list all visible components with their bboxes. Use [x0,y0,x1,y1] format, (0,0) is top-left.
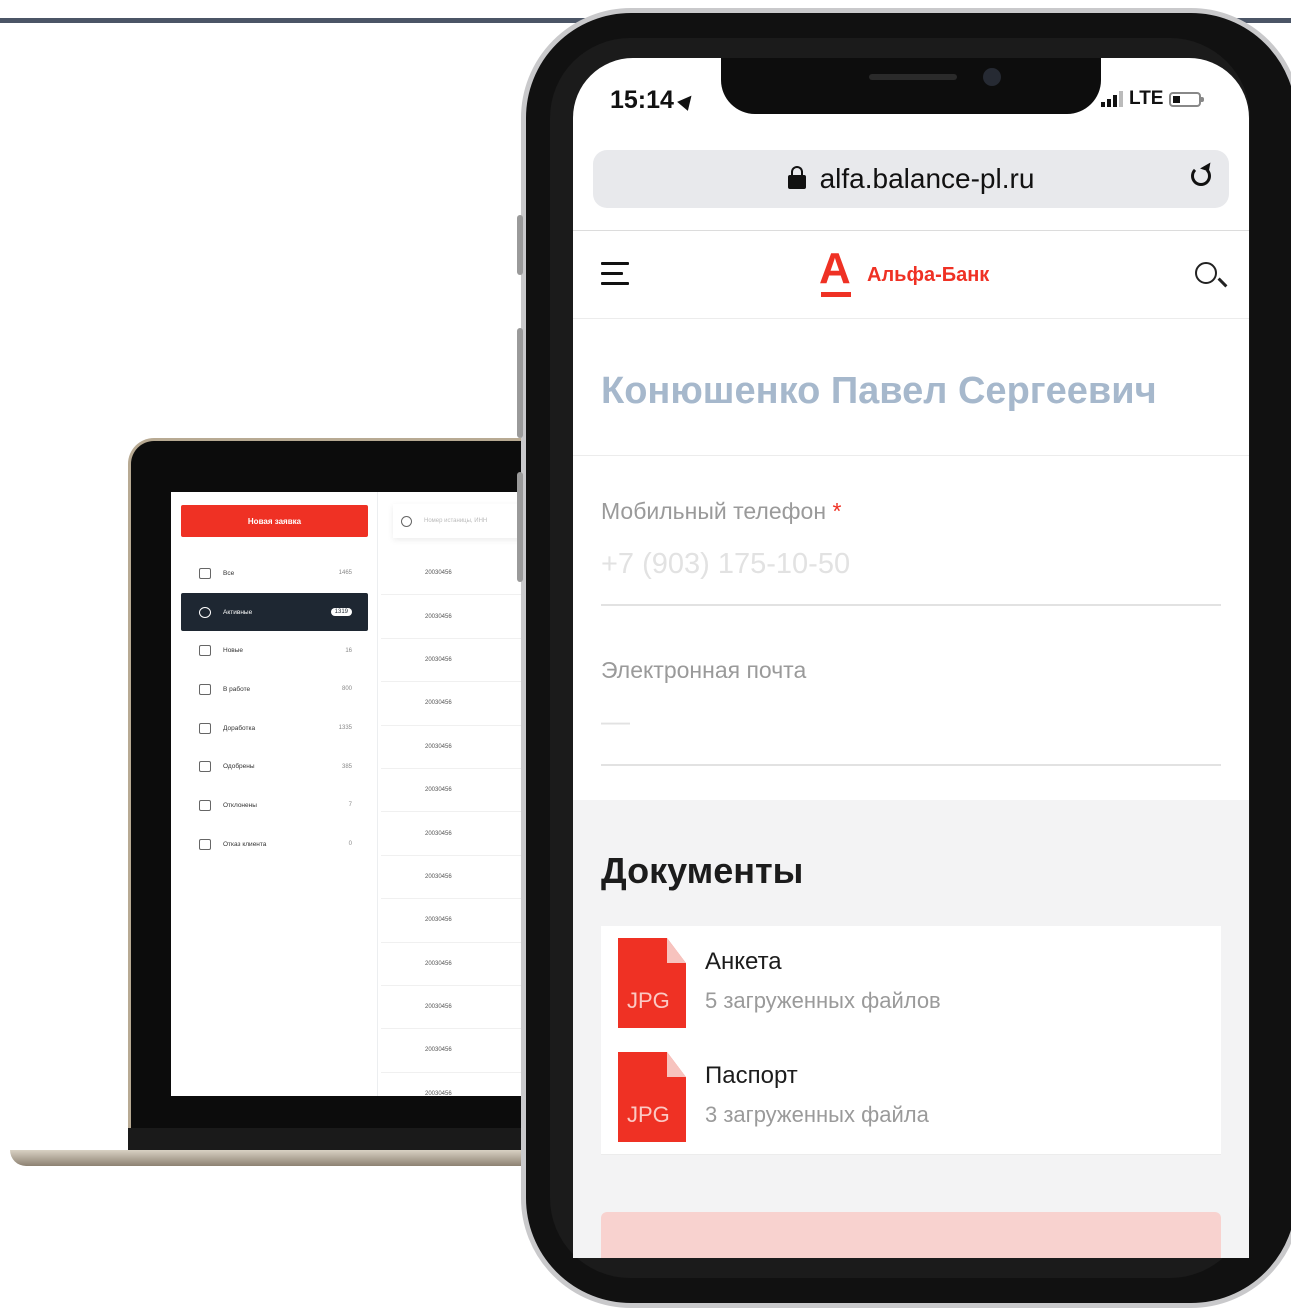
refresh-icon [199,606,211,618]
file-fold [667,1052,686,1077]
nav-item-label: Отклонены [223,801,257,809]
browser-divider [573,230,1249,231]
laptop-hinge [128,1128,568,1152]
nav-item-count: 1335 [338,725,352,732]
email-field[interactable]: — [601,706,630,739]
document-card-passport[interactable]: JPG Паспорт 3 загруженных файла [601,1040,1221,1155]
nav-item-revision[interactable]: Доработка 1335 [181,709,368,748]
nav-item-label: Активные [223,608,253,616]
nav-item-label: Новые [223,647,244,655]
phone-field[interactable]: +7 (903) 175-10-50 [601,548,850,581]
required-mark: * [832,498,842,524]
logo-underline [821,292,851,297]
phone-field-underline [601,604,1221,606]
phone-volume-up-button [517,328,523,438]
new-request-button[interactable]: Новая заявка [181,505,368,537]
nav-item-count: 0 [348,841,352,848]
email-field-label: Электронная почта [601,657,807,683]
speaker-grille [869,74,957,80]
nav-item-count: 16 [345,647,352,654]
laptop-nav: Все 1465 Активные 1319 Новые 16 В работе… [181,554,368,864]
action-button[interactable] [601,1212,1221,1258]
nav-item-new[interactable]: Новые 16 [181,631,368,670]
laptop-screen: Новая заявка Все 1465 Активные 1319 Новы… [171,492,551,1096]
nav-item-rejected[interactable]: Отклонены 7 [181,786,368,825]
phone-notch [721,58,1101,114]
document-subtitle: 5 загруженных файлов [705,988,941,1013]
file-ext-label: JPG [627,1102,670,1127]
nav-item-count: 1319 [330,608,352,617]
phone-side-button [517,215,523,275]
logo-text: Альфа-Банк [867,263,990,286]
nav-item-count: 1465 [338,570,352,577]
network-label: LTE [1129,88,1164,109]
nav-item-label: Все [223,569,235,577]
documents-section: Документы JPG Анкета 5 загруженных файло… [573,800,1249,1258]
phone-volume-down-button [517,472,523,582]
nav-item-client-refused[interactable]: Отказ клиента 0 [181,825,368,864]
document-subtitle: 3 загруженных файла [705,1102,929,1127]
nav-item-active[interactable]: Активные 1319 [181,592,368,632]
nav-item-count: 385 [341,763,352,770]
nav-item-count: 7 [348,802,352,809]
file-edit-icon [199,722,211,734]
alfa-bank-logo[interactable]: А Альфа-Банк [819,244,990,300]
documents-title: Документы [601,850,804,891]
app-header: А Альфа-Банк [573,232,1249,319]
email-field-underline [601,764,1221,766]
lock-icon [787,166,806,189]
nav-item-count: 800 [341,686,352,693]
nav-item-in-progress[interactable]: В работе 800 [181,670,368,709]
logo-letter: А [819,244,851,293]
front-camera [983,68,1001,86]
thumbs-up-icon [199,761,211,773]
phone-label-text: Мобильный телефон [601,498,827,524]
search-icon [401,515,412,527]
document-name: Анкета [705,948,782,975]
client-name: Конюшенко Павел Сергеевич [601,370,1157,412]
phone-screen: 15:14 LTE alfa.balance-pl.ru А Альфа-Бан… [573,58,1249,1258]
nav-item-all[interactable]: Все 1465 [181,554,368,593]
signal-icon [1101,91,1123,107]
document-name: Паспорт [705,1062,798,1089]
search-icon[interactable] [1195,262,1217,284]
status-indicators: LTE [1101,88,1205,110]
laptop-sidebar: Новая заявка Все 1465 Активные 1319 Новы… [171,492,378,1096]
file-plus-icon [199,645,211,657]
url-text: alfa.balance-pl.ru [819,163,1035,194]
file-ext-label: JPG [627,988,670,1013]
nav-item-label: Отказ клиента [223,840,267,848]
block-icon [199,799,211,811]
nav-item-approved[interactable]: Одобрены 385 [181,747,368,786]
nav-item-label: Одобрены [223,763,255,771]
location-arrow-icon [677,90,697,111]
phone-field-label: Мобильный телефон * [601,498,841,525]
folder-icon [199,567,211,579]
section-divider [573,455,1249,456]
reload-icon[interactable] [1191,166,1211,186]
file-clock-icon [199,683,211,695]
status-time-text: 15:14 [610,86,674,114]
menu-icon[interactable] [601,262,629,286]
status-time: 15:14 [610,86,697,115]
nav-item-label: Доработка [223,724,256,732]
search-placeholder: Номер истаницы, ИНН [424,518,488,524]
laptop-base [10,1150,570,1166]
nav-item-label: В работе [223,685,251,693]
file-fold [667,938,686,963]
user-icon [199,838,211,850]
document-card-questionnaire[interactable]: JPG Анкета 5 загруженных файлов [601,926,1221,1041]
browser-url-bar[interactable]: alfa.balance-pl.ru [593,150,1229,208]
logo-mark: А [819,244,853,300]
battery-icon [1169,91,1205,107]
